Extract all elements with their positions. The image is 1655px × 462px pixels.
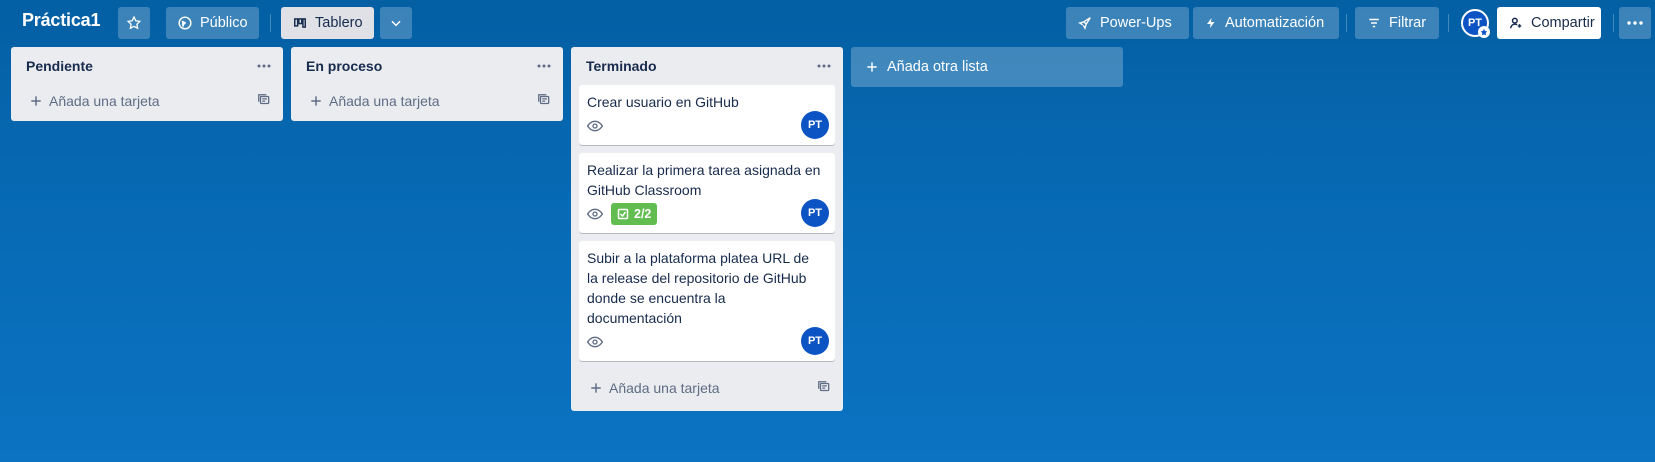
card-member-avatar[interactable]: PT bbox=[801, 111, 829, 139]
card-title: Realizar la primera tarea asignada en Gi… bbox=[587, 162, 821, 198]
board-member-avatar[interactable]: PT bbox=[1461, 9, 1490, 38]
list-menu-button[interactable] bbox=[537, 64, 551, 68]
list-header: Pendiente bbox=[11, 47, 283, 85]
bolt-icon bbox=[1207, 18, 1215, 28]
powerups-button[interactable]: Power-Ups bbox=[1066, 7, 1189, 39]
board-icon bbox=[294, 18, 306, 28]
visibility-button[interactable]: Público bbox=[166, 7, 259, 39]
divider bbox=[270, 14, 271, 32]
powerups-label: Power-Ups bbox=[1100, 15, 1172, 31]
add-list-button[interactable]: Añada otra lista bbox=[851, 47, 1123, 87]
list-terminado: Terminado Crear usuario en GitHub PT Rea… bbox=[571, 47, 843, 411]
more-icon bbox=[257, 64, 271, 68]
view-label: Tablero bbox=[315, 15, 363, 31]
visibility-label: Público bbox=[200, 15, 248, 31]
divider bbox=[1613, 14, 1614, 32]
automation-button[interactable]: Automatización bbox=[1193, 7, 1339, 39]
list-title[interactable]: Terminado bbox=[586, 58, 657, 74]
chevron-down-icon bbox=[391, 20, 401, 27]
create-from-template-button[interactable] bbox=[817, 380, 831, 397]
add-card-label: Añada una tarjeta bbox=[49, 93, 160, 109]
add-list-label: Añada otra lista bbox=[887, 59, 988, 75]
plus-icon bbox=[591, 383, 601, 393]
divider bbox=[1448, 14, 1449, 32]
add-card-button[interactable]: Añada una tarjeta bbox=[11, 85, 283, 117]
template-icon bbox=[818, 380, 830, 391]
more-icon bbox=[537, 64, 551, 68]
list-en-proceso: En proceso Añada una tarjeta bbox=[291, 47, 563, 121]
rocket-icon bbox=[1078, 17, 1091, 30]
card-badges: 2/2 bbox=[587, 200, 827, 228]
list-menu-button[interactable] bbox=[817, 64, 831, 68]
share-label: Compartir bbox=[1531, 15, 1595, 31]
card-member-avatar[interactable]: PT bbox=[801, 199, 829, 227]
view-dropdown-button[interactable] bbox=[380, 7, 412, 39]
add-member-icon bbox=[1510, 17, 1522, 29]
plus-icon bbox=[311, 96, 321, 106]
card[interactable]: Subir a la plataforma platea URL de la r… bbox=[579, 241, 835, 361]
board-menu-button[interactable] bbox=[1619, 7, 1651, 39]
add-card-button[interactable]: Añada una tarjeta bbox=[291, 85, 563, 117]
template-icon bbox=[258, 93, 270, 104]
checkbox-icon bbox=[617, 208, 629, 220]
card[interactable]: Crear usuario en GitHub PT bbox=[579, 85, 835, 145]
more-icon bbox=[817, 64, 831, 68]
card-member-avatar[interactable]: PT bbox=[801, 327, 829, 355]
plus-icon bbox=[31, 96, 41, 106]
list-title[interactable]: Pendiente bbox=[26, 58, 93, 74]
add-card-label: Añada una tarjeta bbox=[329, 93, 440, 109]
watching-eye-icon bbox=[587, 336, 603, 348]
card-title: Crear usuario en GitHub bbox=[587, 94, 739, 110]
board-title[interactable]: Práctica1 bbox=[22, 10, 100, 31]
list-header: En proceso bbox=[291, 47, 563, 85]
filter-label: Filtrar bbox=[1389, 15, 1427, 31]
globe-icon bbox=[178, 16, 192, 30]
filter-button[interactable]: Filtrar bbox=[1355, 7, 1439, 39]
divider bbox=[1346, 14, 1347, 32]
template-icon bbox=[538, 93, 550, 104]
watching-eye-icon bbox=[587, 120, 603, 132]
more-icon bbox=[1627, 21, 1643, 25]
plus-icon bbox=[867, 62, 877, 72]
board-header: Práctica1 Público Tablero Power-Ups Auto… bbox=[0, 0, 1655, 46]
list-title[interactable]: En proceso bbox=[306, 58, 382, 74]
list-header: Terminado bbox=[571, 47, 843, 85]
list-menu-button[interactable] bbox=[257, 64, 271, 68]
share-button[interactable]: Compartir bbox=[1497, 7, 1601, 39]
add-card-label: Añada una tarjeta bbox=[609, 380, 720, 396]
star-button[interactable] bbox=[118, 7, 150, 39]
checklist-badge: 2/2 bbox=[611, 203, 658, 225]
card-badges bbox=[587, 112, 827, 140]
star-icon bbox=[126, 15, 142, 30]
automation-label: Automatización bbox=[1225, 15, 1325, 31]
filter-icon bbox=[1369, 18, 1379, 28]
create-from-template-button[interactable] bbox=[257, 93, 271, 110]
list-pendiente: Pendiente Añada una tarjeta bbox=[11, 47, 283, 121]
view-switcher-button[interactable]: Tablero bbox=[281, 7, 374, 39]
card-title: Subir a la plataforma platea URL de la r… bbox=[587, 250, 810, 326]
card[interactable]: Realizar la primera tarea asignada en Gi… bbox=[579, 153, 835, 233]
add-card-button[interactable]: Añada una tarjeta bbox=[571, 369, 843, 407]
checklist-count: 2/2 bbox=[634, 207, 652, 221]
card-badges bbox=[587, 328, 827, 356]
create-from-template-button[interactable] bbox=[537, 93, 551, 110]
admin-badge-icon bbox=[1478, 26, 1490, 38]
watching-eye-icon bbox=[587, 208, 603, 220]
